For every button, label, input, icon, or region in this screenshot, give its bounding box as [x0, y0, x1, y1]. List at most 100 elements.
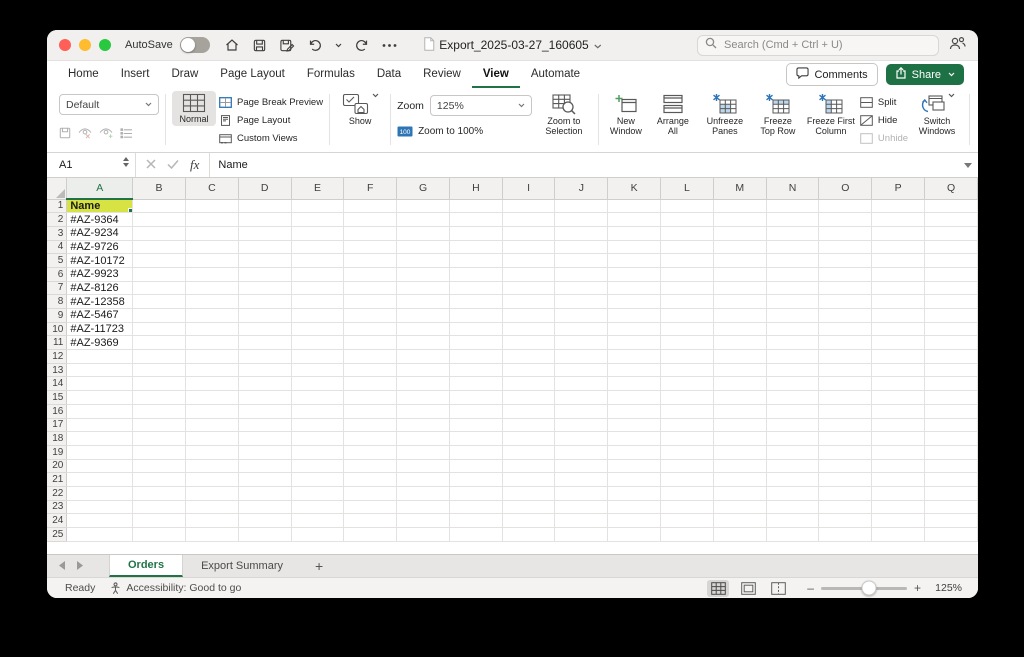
undo-menu-chevron-icon[interactable]: [335, 43, 342, 48]
cell-B25[interactable]: [133, 528, 186, 542]
cell-Q10[interactable]: [925, 322, 978, 336]
cell-E7[interactable]: [291, 281, 344, 295]
cell-L23[interactable]: [661, 500, 714, 514]
name-box-stepper[interactable]: [123, 157, 129, 167]
cell-L15[interactable]: [661, 391, 714, 405]
cell-K1[interactable]: [608, 199, 661, 213]
cell-A9[interactable]: #AZ-5467: [67, 309, 133, 323]
cell-P6[interactable]: [872, 267, 925, 281]
cell-C15[interactable]: [185, 391, 238, 405]
select-all-button[interactable]: [47, 178, 67, 199]
cell-J5[interactable]: [555, 254, 608, 268]
cell-G17[interactable]: [397, 418, 450, 432]
cell-J11[interactable]: [555, 336, 608, 350]
cell-J3[interactable]: [555, 226, 608, 240]
cell-G3[interactable]: [397, 226, 450, 240]
cell-Q23[interactable]: [925, 500, 978, 514]
switch-windows-button[interactable]: Switch Windows: [911, 91, 963, 139]
cell-M22[interactable]: [713, 486, 766, 500]
cell-I1[interactable]: [502, 199, 555, 213]
cell-O18[interactable]: [819, 432, 872, 446]
cell-N16[interactable]: [766, 404, 819, 418]
sheet-tab-orders[interactable]: Orders: [109, 555, 183, 577]
cell-D21[interactable]: [238, 473, 291, 487]
cell-C20[interactable]: [185, 459, 238, 473]
cell-K6[interactable]: [608, 267, 661, 281]
cell-K19[interactable]: [608, 445, 661, 459]
column-header-h[interactable]: H: [449, 178, 502, 199]
page-layout-button[interactable]: Page Layout: [219, 113, 323, 127]
cell-G19[interactable]: [397, 445, 450, 459]
cell-M19[interactable]: [713, 445, 766, 459]
cell-Q25[interactable]: [925, 528, 978, 542]
add-sheet-button[interactable]: +: [301, 555, 337, 577]
cell-O10[interactable]: [819, 322, 872, 336]
search-field[interactable]: [697, 35, 939, 56]
cell-N17[interactable]: [766, 418, 819, 432]
cell-I11[interactable]: [502, 336, 555, 350]
freeze-top-row-button[interactable]: Freeze Top Row: [754, 91, 802, 139]
cell-L9[interactable]: [661, 309, 714, 323]
cell-N9[interactable]: [766, 309, 819, 323]
undo-icon[interactable]: [307, 38, 323, 53]
cell-N24[interactable]: [766, 514, 819, 528]
cell-K5[interactable]: [608, 254, 661, 268]
zoom-slider[interactable]: [821, 587, 907, 590]
cell-A19[interactable]: [67, 445, 133, 459]
cell-O4[interactable]: [819, 240, 872, 254]
cell-B11[interactable]: [133, 336, 186, 350]
cell-H25[interactable]: [449, 528, 502, 542]
cell-G12[interactable]: [397, 350, 450, 364]
cell-G21[interactable]: [397, 473, 450, 487]
cell-L16[interactable]: [661, 404, 714, 418]
cell-C25[interactable]: [185, 528, 238, 542]
cell-I6[interactable]: [502, 267, 555, 281]
formula-bar-expand-button[interactable]: [958, 153, 978, 177]
row-header-2[interactable]: 2: [47, 213, 67, 227]
cell-B7[interactable]: [133, 281, 186, 295]
cell-J25[interactable]: [555, 528, 608, 542]
cell-P18[interactable]: [872, 432, 925, 446]
cell-L6[interactable]: [661, 267, 714, 281]
cell-O20[interactable]: [819, 459, 872, 473]
cell-E10[interactable]: [291, 322, 344, 336]
cell-I14[interactable]: [502, 377, 555, 391]
cell-B20[interactable]: [133, 459, 186, 473]
cell-K23[interactable]: [608, 500, 661, 514]
cell-C10[interactable]: [185, 322, 238, 336]
cell-D17[interactable]: [238, 418, 291, 432]
redo-icon[interactable]: [354, 38, 370, 53]
cell-O7[interactable]: [819, 281, 872, 295]
cell-D25[interactable]: [238, 528, 291, 542]
cell-O21[interactable]: [819, 473, 872, 487]
cell-M13[interactable]: [713, 363, 766, 377]
cell-E25[interactable]: [291, 528, 344, 542]
cell-A16[interactable]: [67, 404, 133, 418]
cell-I4[interactable]: [502, 240, 555, 254]
cell-J9[interactable]: [555, 309, 608, 323]
custom-views-button[interactable]: Custom Views: [219, 131, 323, 145]
cell-O17[interactable]: [819, 418, 872, 432]
more-toolbar-icon[interactable]: [382, 43, 397, 48]
cell-G13[interactable]: [397, 363, 450, 377]
cell-Q12[interactable]: [925, 350, 978, 364]
cell-A17[interactable]: [67, 418, 133, 432]
cell-B6[interactable]: [133, 267, 186, 281]
cell-C2[interactable]: [185, 213, 238, 227]
cell-N15[interactable]: [766, 391, 819, 405]
cell-B15[interactable]: [133, 391, 186, 405]
cell-E18[interactable]: [291, 432, 344, 446]
cell-H6[interactable]: [449, 267, 502, 281]
cell-L7[interactable]: [661, 281, 714, 295]
cell-Q15[interactable]: [925, 391, 978, 405]
cell-B14[interactable]: [133, 377, 186, 391]
cell-K20[interactable]: [608, 459, 661, 473]
row-header-21[interactable]: 21: [47, 473, 67, 487]
cell-O5[interactable]: [819, 254, 872, 268]
cell-A1[interactable]: Name: [67, 199, 133, 213]
cell-Q24[interactable]: [925, 514, 978, 528]
status-page-break-view-button[interactable]: [767, 580, 789, 597]
cell-J7[interactable]: [555, 281, 608, 295]
cell-G18[interactable]: [397, 432, 450, 446]
cell-D4[interactable]: [238, 240, 291, 254]
